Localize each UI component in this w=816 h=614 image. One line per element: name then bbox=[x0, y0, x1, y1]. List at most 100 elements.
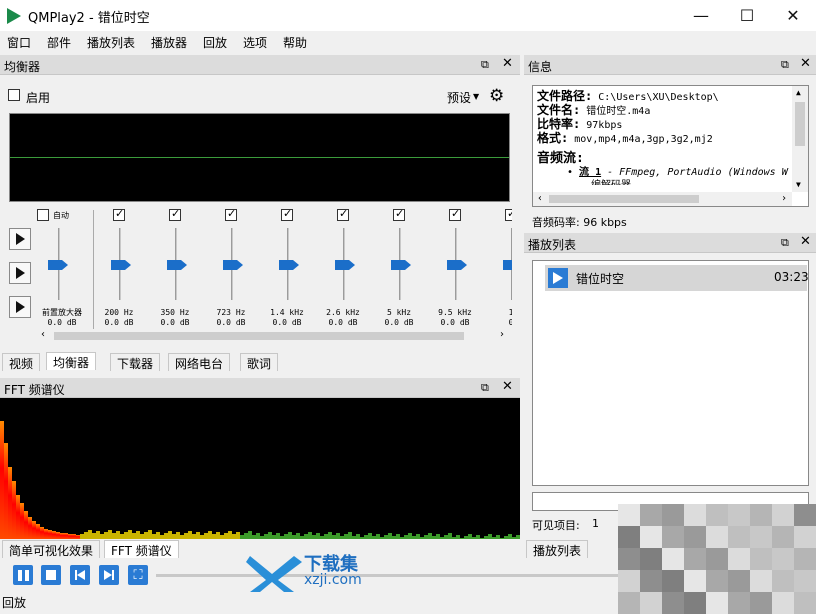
playing-icon bbox=[548, 268, 568, 288]
band-slider-handle[interactable] bbox=[391, 260, 411, 270]
mosaic-tile bbox=[750, 592, 772, 614]
mosaic-tile bbox=[706, 526, 728, 548]
tab-simple-visualization[interactable]: 简单可视化效果 bbox=[2, 540, 101, 558]
band-enable-checkbox[interactable] bbox=[393, 207, 405, 221]
mosaic-tile bbox=[772, 570, 794, 592]
band-slider-handle[interactable] bbox=[335, 260, 355, 270]
mosaic-tile bbox=[684, 548, 706, 570]
next-button[interactable] bbox=[98, 564, 120, 586]
band-slider-handle[interactable] bbox=[223, 260, 243, 270]
tab-playlist[interactable]: 播放列表 bbox=[526, 540, 589, 558]
pause-button[interactable] bbox=[12, 564, 34, 586]
fft-dock-title: FFT 频谱仪 ⧉ ✕ bbox=[0, 378, 520, 398]
download-site-watermark: 下载集 xzji.com bbox=[246, 548, 396, 596]
fullscreen-button[interactable]: ⛶ bbox=[127, 564, 149, 586]
mosaic-tile bbox=[618, 504, 640, 526]
fft-title: FFT 频谱仪 bbox=[4, 383, 65, 397]
status-text: 回放 bbox=[2, 596, 27, 610]
tab-lyrics[interactable]: 歌词 bbox=[240, 353, 279, 371]
mosaic-tile bbox=[794, 592, 816, 614]
mosaic-tile bbox=[728, 548, 750, 570]
playlist-entry[interactable]: 错位时空 03:23 bbox=[545, 265, 809, 291]
band-label: 5 kHz 0.0 dB bbox=[384, 308, 414, 327]
playlist-view: 错位时空 03:23 bbox=[532, 260, 809, 486]
mosaic-tile bbox=[618, 548, 640, 570]
mosaic-tile bbox=[706, 504, 728, 526]
band-enable-checkbox[interactable] bbox=[281, 207, 293, 221]
mosaic-tile bbox=[728, 504, 750, 526]
close-button[interactable]: ✕ bbox=[770, 0, 816, 31]
mosaic-tile bbox=[662, 570, 684, 592]
band-label: 2.6 kHz 0.0 dB bbox=[326, 308, 360, 327]
mosaic-tile bbox=[706, 548, 728, 570]
minimize-button[interactable]: — bbox=[678, 0, 724, 31]
band-enable-checkbox[interactable] bbox=[169, 207, 181, 221]
close-dock-icon[interactable]: ✕ bbox=[502, 379, 513, 394]
stop-button[interactable] bbox=[40, 564, 62, 586]
watermark-logo-icon bbox=[246, 556, 302, 592]
mosaic-tile bbox=[772, 504, 794, 526]
playlist-dock-title: 播放列表 ⧉ ✕ bbox=[524, 233, 816, 253]
info-horizontal-scrollbar[interactable]: ‹ › bbox=[533, 192, 792, 206]
close-dock-icon[interactable]: ✕ bbox=[800, 56, 811, 71]
mosaic-tile bbox=[794, 526, 816, 548]
info-vertical-scrollbar[interactable]: ▲ ▼ bbox=[792, 86, 808, 192]
info-title: 信息 bbox=[528, 60, 553, 74]
mosaic-tile bbox=[684, 504, 706, 526]
tab-radio[interactable]: 网络电台 bbox=[168, 353, 231, 371]
mosaic-tile bbox=[794, 548, 816, 570]
mosaic-tile bbox=[640, 526, 662, 548]
band-slider-handle[interactable] bbox=[503, 260, 512, 270]
mosaic-tile bbox=[772, 548, 794, 570]
band-label: 723 Hz 0.0 dB bbox=[216, 308, 246, 327]
left-tab-bar: 视频 均衡器 下载器 网络电台 歌词 bbox=[0, 352, 520, 372]
audio-bitrate: 音频码率: 96 kbps bbox=[532, 216, 627, 229]
mosaic-tile bbox=[750, 526, 772, 548]
band-slider-handle[interactable] bbox=[447, 260, 467, 270]
tab-video[interactable]: 视频 bbox=[2, 353, 41, 371]
band-slider-handle[interactable] bbox=[111, 260, 131, 270]
visible-items-label: 可见项目: bbox=[532, 519, 580, 532]
previous-button[interactable] bbox=[69, 564, 91, 586]
band-enable-checkbox[interactable] bbox=[449, 207, 461, 221]
mosaic-tile bbox=[684, 592, 706, 614]
mosaic-tile bbox=[794, 504, 816, 526]
band-enable-checkbox[interactable] bbox=[337, 207, 349, 221]
mosaic-tile bbox=[684, 526, 706, 548]
band-slider-handle[interactable] bbox=[279, 260, 299, 270]
fft-spectrum-view bbox=[0, 398, 520, 539]
float-dock-icon[interactable]: ⧉ bbox=[781, 236, 789, 250]
eq-horizontal-scrollbar[interactable]: ‹ › bbox=[40, 329, 510, 343]
mosaic-tile bbox=[640, 592, 662, 614]
visible-items-count: 1 bbox=[592, 517, 599, 530]
mosaic-tile bbox=[640, 570, 662, 592]
mosaic-tile bbox=[750, 548, 772, 570]
fft-bar bbox=[516, 535, 520, 539]
mosaic-tile bbox=[772, 526, 794, 548]
band-enable-checkbox[interactable] bbox=[505, 207, 512, 221]
maximize-button[interactable]: ☐ bbox=[724, 0, 770, 31]
float-dock-icon[interactable]: ⧉ bbox=[781, 58, 789, 72]
tab-fft-spectrum[interactable]: FFT 频谱仪 bbox=[104, 540, 179, 558]
float-dock-icon[interactable]: ⧉ bbox=[481, 381, 489, 395]
mosaic-tile bbox=[750, 504, 772, 526]
mosaic-tile bbox=[706, 570, 728, 592]
mosaic-tile bbox=[794, 570, 816, 592]
mosaic-tile bbox=[662, 548, 684, 570]
band-slider-handle[interactable] bbox=[167, 260, 187, 270]
mosaic-tile bbox=[618, 526, 640, 548]
band-label: 1.4 kHz 0.0 dB bbox=[270, 308, 304, 327]
band-enable-checkbox[interactable] bbox=[225, 207, 237, 221]
mosaic-tile bbox=[618, 592, 640, 614]
mosaic-tile bbox=[750, 570, 772, 592]
mosaic-tile bbox=[662, 526, 684, 548]
mosaic-tile bbox=[728, 526, 750, 548]
close-dock-icon[interactable]: ✕ bbox=[800, 234, 811, 249]
playlist-entry-name: 错位时空 bbox=[576, 272, 625, 286]
tab-equalizer[interactable]: 均衡器 bbox=[46, 352, 97, 370]
tab-downloader[interactable]: 下载器 bbox=[110, 353, 161, 371]
band-label: 350 Hz 0.0 dB bbox=[160, 308, 190, 327]
band-enable-checkbox[interactable] bbox=[113, 207, 125, 221]
blurred-region bbox=[618, 504, 816, 614]
mosaic-tile bbox=[640, 548, 662, 570]
